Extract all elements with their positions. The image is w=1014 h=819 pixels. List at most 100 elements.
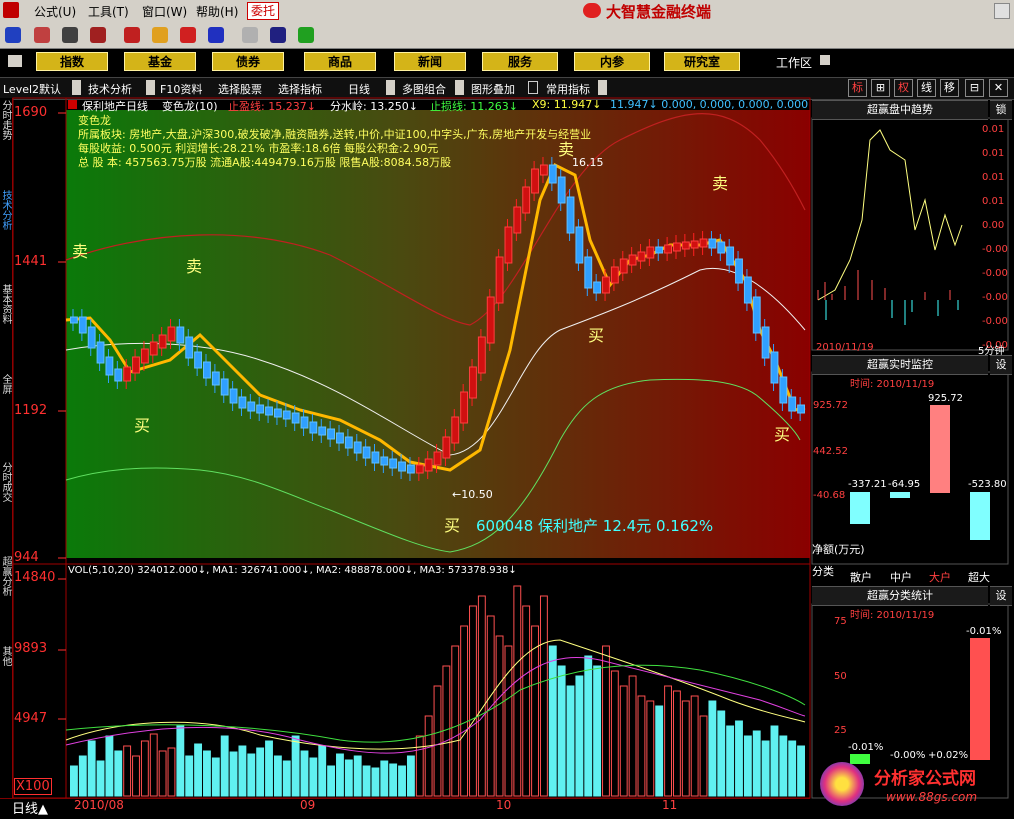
monitor-time: 时间: 2010/11/19: [850, 379, 935, 390]
candle-body: [158, 334, 167, 349]
stock-note: 600048 保利地产 12.4元 0.162%: [476, 517, 714, 535]
volume-bar: [362, 765, 371, 797]
candle-body: [752, 296, 761, 334]
cat-large[interactable]: 大户: [929, 569, 951, 585]
candle-body: [140, 348, 149, 364]
main-chart[interactable]: [0, 0, 1014, 818]
cat-retail[interactable]: 散户: [850, 569, 872, 585]
volume-bar: [398, 765, 406, 797]
volume-bar: [300, 750, 309, 797]
candle-body: [699, 238, 708, 248]
candle-body: [433, 451, 442, 466]
candle-body: [78, 316, 87, 334]
monitor-retail-value: -337.21: [848, 479, 887, 490]
trend-tick-label: -0.00: [982, 316, 1008, 327]
candle-body: [229, 388, 238, 404]
cat-super[interactable]: 超大: [968, 569, 990, 585]
volume-bar: [548, 645, 557, 797]
candle-body: [522, 186, 531, 214]
candle-body: [265, 406, 273, 416]
candle-body: [238, 396, 247, 409]
candle-body: [672, 242, 681, 252]
volume-bar: [664, 685, 672, 797]
trend-lock-button[interactable]: 锁: [990, 100, 1012, 120]
trend-tick-label: 0.01: [982, 148, 1005, 159]
volume-bar: [557, 665, 566, 797]
trend-tick-label: -0.00: [982, 292, 1008, 303]
trend-tick-label: 0.00: [982, 220, 1005, 231]
volume-label-3: 4947: [14, 711, 48, 726]
volume-bar: [158, 750, 167, 797]
candle-body: [220, 378, 229, 396]
volume-bar: [256, 747, 265, 797]
stats-axis-label: 75: [834, 616, 847, 627]
stats-settings-button[interactable]: 设: [990, 586, 1012, 606]
low-annotation: ←10.50: [452, 488, 493, 501]
volume-bar: [203, 750, 211, 797]
volume-bar: [655, 705, 664, 797]
volume-unit: X100: [14, 778, 52, 795]
cat-mid[interactable]: 中户: [890, 569, 912, 585]
monitor-footer: 净额(万元): [812, 543, 865, 556]
volume-bar: [637, 695, 646, 797]
volume-bar: [265, 740, 273, 797]
date-label: 11: [662, 798, 678, 812]
candle-body: [602, 276, 610, 294]
stop-loss-value: 止损线: 11.263↓: [430, 100, 518, 113]
volume-bar: [433, 685, 442, 797]
candle-body: [291, 412, 300, 424]
volume-bar: [380, 760, 389, 797]
monitor-settings-button[interactable]: 设: [990, 355, 1012, 375]
candle-body: [211, 371, 220, 386]
price-label-low: 944: [14, 550, 39, 565]
volume-bar: [167, 747, 176, 797]
candle-body: [531, 168, 539, 194]
volume-bar: [238, 745, 247, 797]
volume-bar: [628, 675, 637, 797]
candle-body: [167, 326, 176, 342]
candle-body: [539, 164, 548, 176]
volume-bar: [123, 745, 132, 797]
volume-bar: [619, 685, 628, 797]
candle-body: [788, 396, 797, 412]
stats-top-value: -0.01%: [966, 626, 1002, 637]
volume-bar: [105, 735, 114, 797]
volume-bar: [282, 760, 291, 797]
buy-signal: 买: [444, 516, 461, 535]
candle-body: [194, 351, 203, 369]
candle-body: [256, 404, 265, 414]
trend-tick-label: -0.00: [982, 268, 1008, 279]
period-selector[interactable]: 日线▲: [12, 798, 48, 817]
candle-body: [362, 446, 371, 459]
stats-retail-value: -0.01%: [848, 742, 884, 753]
candle-body: [415, 464, 424, 474]
candle-body: [477, 336, 486, 374]
price-axis-ticks: [58, 112, 66, 720]
candle-body: [486, 296, 495, 344]
chart-close-icon[interactable]: [68, 100, 77, 109]
volume-bar: [717, 710, 726, 797]
watermark-name: 分析家公式网: [874, 769, 976, 789]
volume-bar: [708, 700, 717, 797]
candle-body: [203, 361, 211, 379]
volume-bar: [70, 765, 78, 797]
stats-bar-large: [970, 638, 990, 760]
info-shares: 总 股 本: 457563.75万股 流通A股:449479.16万股 限售A股…: [78, 156, 452, 169]
trend-tick-label: 0.01: [982, 196, 1005, 207]
watermark-url: www.88gs.com: [886, 790, 978, 804]
sell-signal: 卖: [712, 174, 729, 193]
volume-bar: [220, 735, 229, 797]
candle-body: [327, 428, 336, 440]
volume-bar: [318, 745, 327, 797]
volume-bar: [513, 585, 522, 797]
buy-signal: 买: [134, 416, 151, 435]
candle-body: [424, 458, 433, 472]
volume-bar: [726, 725, 735, 797]
candle-body: [708, 238, 717, 249]
candle-body: [389, 458, 398, 469]
sell-signal: 卖: [186, 257, 203, 276]
volume-bar: [531, 625, 539, 797]
volume-bar: [602, 645, 610, 797]
volume-bar: [681, 700, 690, 797]
candle-body: [593, 281, 602, 294]
